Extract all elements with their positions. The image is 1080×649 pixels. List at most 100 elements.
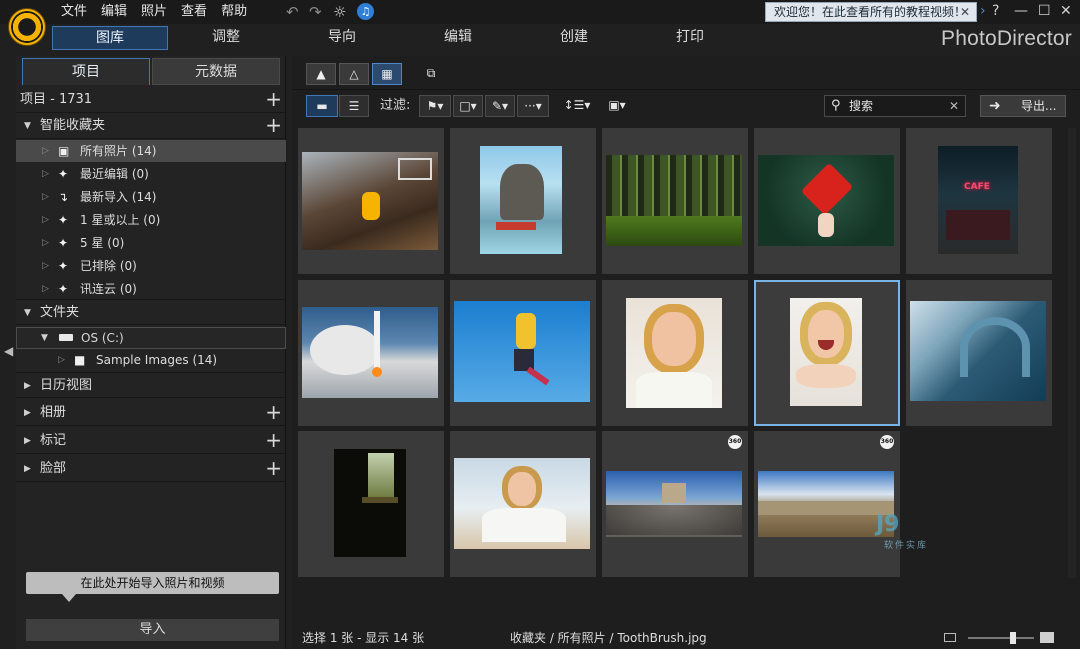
brand-title: PhotoDirector (941, 27, 1072, 50)
import-button[interactable]: 导入 (26, 619, 279, 641)
tab-guided[interactable]: 导向 (284, 26, 400, 50)
collapse-panel-icon[interactable]: ◀ (4, 344, 13, 358)
photo-cell[interactable] (298, 431, 444, 577)
undo-icon[interactable]: ↶ (286, 3, 299, 21)
close-tutorial-icon[interactable]: ✕ (960, 3, 970, 21)
collection-five-star[interactable]: ▷ ✦ 5 星 (0) (16, 232, 286, 254)
tutorial-banner[interactable]: 欢迎您！在此查看所有的教程视频！ ✕ (765, 2, 977, 22)
photo-cell[interactable] (298, 128, 444, 274)
photo-cell[interactable]: 360 (754, 431, 900, 577)
edit-filter-icon[interactable]: ✎▾ (485, 95, 515, 117)
photo-cell[interactable] (906, 280, 1052, 426)
photo-cell[interactable] (450, 128, 596, 274)
photo-cell[interactable] (298, 280, 444, 426)
search-input[interactable]: ⚲ 搜索 ✕ (824, 95, 966, 117)
clear-search-icon[interactable]: ✕ (949, 96, 959, 116)
collection-cyberlink-cloud[interactable]: ▷ ✦ 讯连云 (0) (16, 278, 286, 300)
tab-create[interactable]: 创建 (516, 26, 632, 50)
folders-header[interactable]: ▼ 文件夹 (16, 299, 286, 325)
menu-help[interactable]: 帮助 (214, 3, 254, 21)
list-view-icon[interactable]: ☰ (339, 95, 369, 117)
close-window-icon[interactable]: ✕ (1060, 2, 1072, 20)
tags-header[interactable]: ▶ 标记 + (16, 428, 286, 454)
folder-sample-images[interactable]: ▷ ■ Sample Images (14) (16, 349, 286, 371)
export-button[interactable]: ➜ 导出... (980, 95, 1066, 117)
collection-recently-edited[interactable]: ▷ ✦ 最近编辑 (0) (16, 163, 286, 185)
minimize-icon[interactable]: — (1014, 2, 1028, 20)
export-icon: ➜ (989, 98, 1001, 114)
add-album-icon[interactable]: + (265, 400, 282, 424)
collection-all-photos[interactable]: ▷ ▣ 所有照片 (14) (16, 140, 286, 162)
expand-arrow-icon[interactable]: ▷ (42, 232, 49, 254)
stack-icon[interactable]: ▣▾ (602, 95, 632, 117)
grid-view-icon[interactable]: ▦ (372, 63, 402, 85)
drive-c-row[interactable]: ▼ OS (C:) (16, 327, 286, 349)
grid-scrollbar[interactable] (1068, 128, 1076, 578)
add-tag-icon[interactable]: + (265, 428, 282, 452)
notification-bell-icon[interactable]: ♫ (357, 3, 374, 20)
thumbnail-size-slider[interactable] (968, 637, 1034, 639)
tab-edit[interactable]: 编辑 (400, 26, 516, 50)
photo-cell[interactable] (450, 431, 596, 577)
expand-arrow-icon[interactable]: ▶ (24, 456, 31, 482)
search-icon: ⚲ (831, 98, 841, 113)
more-filter-icon[interactable]: ···▾ (517, 95, 549, 117)
photo-cell[interactable]: CAFE (906, 128, 1052, 274)
expand-arrow-icon[interactable]: ▷ (42, 140, 49, 162)
tab-library[interactable]: 图库 (52, 26, 168, 50)
large-thumb-icon[interactable] (1040, 632, 1054, 643)
slider-handle[interactable] (1010, 632, 1016, 644)
menu-file[interactable]: 文件 (54, 3, 94, 21)
small-thumb-icon[interactable] (944, 633, 956, 642)
expand-arrow-icon[interactable]: ▷ (42, 255, 49, 277)
expand-arrow-icon[interactable]: ▶ (24, 400, 31, 426)
tab-adjust[interactable]: 调整 (168, 26, 284, 50)
calendar-view-header[interactable]: ▶ 日历视图 (16, 372, 286, 398)
collection-excluded[interactable]: ▷ ✦ 已排除 (0) (16, 255, 286, 277)
expand-arrow-icon[interactable]: ▷ (42, 209, 49, 231)
maximize-icon[interactable]: ☐ (1038, 2, 1051, 20)
app-logo-icon[interactable] (8, 8, 46, 46)
menu-view[interactable]: 查看 (174, 3, 214, 21)
expand-arrow-icon[interactable]: ▷ (42, 186, 49, 208)
add-project-icon[interactable]: + (265, 87, 282, 111)
compare-view-icon[interactable]: △ (339, 63, 369, 85)
photo-cell[interactable] (602, 280, 748, 426)
menu-photo[interactable]: 照片 (134, 3, 174, 21)
photo-cell[interactable] (602, 128, 748, 274)
collection-latest-import[interactable]: ▷ ↴ 最新导入 (14) (16, 186, 286, 208)
expand-arrow-icon[interactable]: ▷ (58, 349, 65, 371)
tab-print[interactable]: 打印 (632, 26, 748, 50)
sort-icon[interactable]: ↕☰▾ (559, 95, 595, 117)
help-button[interactable]: ? (992, 2, 999, 20)
photo-thumbnail (758, 471, 894, 537)
drive-label: OS (C:) (81, 331, 124, 345)
expand-arrow-icon[interactable]: ▼ (24, 300, 31, 326)
collection-one-star-plus[interactable]: ▷ ✦ 1 星或以上 (0) (16, 209, 286, 231)
thumbnail-view-icon[interactable]: ▬ (306, 95, 338, 117)
settings-icon[interactable]: ☼ (333, 3, 346, 21)
tab-project[interactable]: 项目 (22, 58, 150, 85)
menu-edit[interactable]: 编辑 (94, 3, 134, 21)
faces-header[interactable]: ▶ 脸部 + (16, 456, 286, 482)
expand-arrow-icon[interactable]: ▼ (41, 328, 48, 348)
expand-arrow-icon[interactable]: ▷ (42, 278, 49, 300)
smart-collections-header[interactable]: ▼ 智能收藏夹 + (16, 113, 286, 139)
flag-filter-icon[interactable]: ⚑▾ (419, 95, 451, 117)
second-display-icon[interactable]: ⧉ (416, 63, 446, 85)
single-view-icon[interactable]: ▲ (306, 63, 336, 85)
photo-cell-selected[interactable] (754, 280, 900, 426)
expand-arrow-icon[interactable]: ▶ (24, 373, 31, 399)
photo-cell[interactable]: 360 (602, 431, 748, 577)
add-collection-icon[interactable]: + (265, 113, 282, 137)
expand-arrow-icon[interactable]: ▼ (24, 113, 31, 139)
photo-cell[interactable] (754, 128, 900, 274)
redo-icon[interactable]: ↷ (309, 3, 322, 21)
add-face-icon[interactable]: + (265, 456, 282, 480)
color-label-filter-icon[interactable]: □▾ (453, 95, 483, 117)
expand-arrow-icon[interactable]: ▶ (24, 428, 31, 454)
photo-cell[interactable] (450, 280, 596, 426)
albums-header[interactable]: ▶ 相册 + (16, 400, 286, 426)
tab-metadata[interactable]: 元数据 (152, 58, 280, 85)
expand-arrow-icon[interactable]: ▷ (42, 163, 49, 185)
